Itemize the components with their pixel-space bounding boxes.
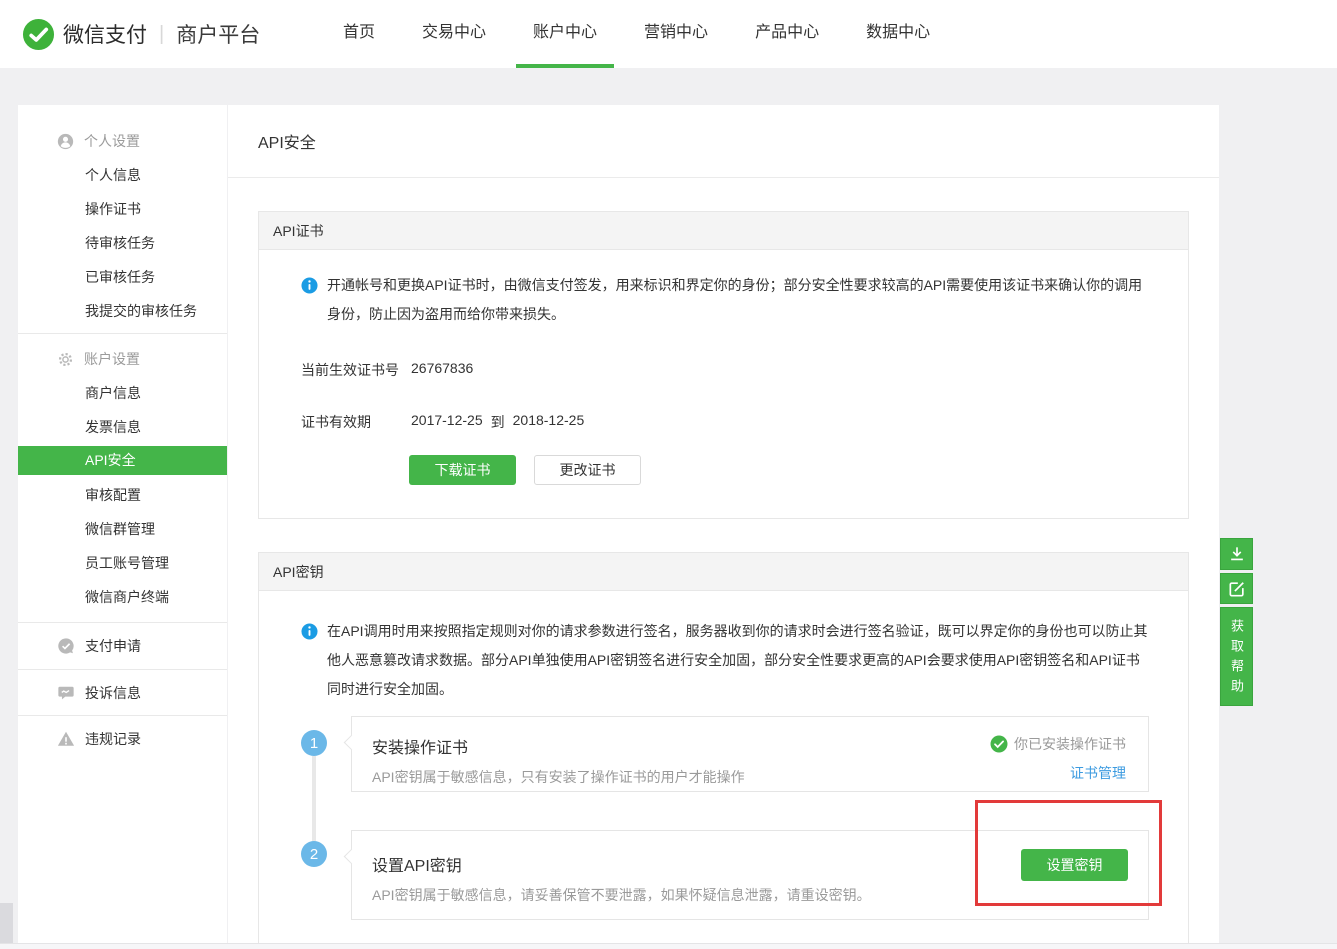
- sidebar-link-payment-application[interactable]: 支付申请: [18, 623, 227, 669]
- scrollbar-thumb[interactable]: [0, 903, 13, 945]
- sidebar-link-violation-records[interactable]: 违规记录: [18, 715, 227, 761]
- sidebar-link-complaint-info[interactable]: 投诉信息: [18, 669, 227, 715]
- nav-item-transaction-center[interactable]: 交易中心: [405, 0, 503, 68]
- step-set-api-key: 2 设置API密钥 API密钥属于敏感信息，请妥善保管不要泄露，如果怀疑信息泄露…: [301, 830, 1188, 920]
- merchant-platform-page: 微信支付 | 商户平台 首页 交易中心 账户中心 营销中心 产品中心 数据中心 …: [0, 0, 1337, 949]
- current-certificate-row: 当前生效证书号 26767836: [301, 360, 1188, 380]
- step-1-status-area: 你已安装操作证书 证书管理: [990, 734, 1126, 783]
- certificate-installed-status: 你已安装操作证书: [990, 734, 1126, 754]
- horizontal-scrollbar[interactable]: [0, 943, 1337, 949]
- message-icon: [57, 684, 75, 702]
- api-key-section-body: 在API调用时用来按照指定规则对你的请求参数进行签名，服务器收到你的请求时会进行…: [259, 591, 1188, 944]
- download-icon: [1227, 544, 1247, 564]
- certificate-buttons-row: 下载证书 更改证书: [409, 455, 1188, 485]
- sidebar-group-title: 账户设置: [84, 349, 140, 369]
- gear-icon: [57, 351, 74, 368]
- api-certificate-section: API证书 开通帐号和更换API证书时，由微信支付签发，用来标识和界定你的身份；…: [258, 211, 1189, 519]
- download-certificate-button[interactable]: 下载证书: [409, 455, 516, 485]
- sidebar-link-label: 违规记录: [85, 729, 141, 749]
- check-circle-icon: [990, 735, 1008, 753]
- api-key-section-title: API密钥: [259, 553, 1188, 591]
- nav-item-product-center[interactable]: 产品中心: [738, 0, 836, 68]
- sidebar-item-pending-review-tasks[interactable]: 待审核任务: [18, 226, 227, 260]
- validity-separator: 到: [491, 412, 505, 432]
- sidebar-group-title: 个人设置: [84, 131, 140, 151]
- sidebar-item-merchant-info[interactable]: 商户信息: [18, 376, 227, 410]
- step-2-description: API密钥属于敏感信息，请妥善保管不要泄露，如果怀疑信息泄露，请重设密钥。: [372, 885, 1148, 905]
- nav-item-home[interactable]: 首页: [326, 0, 392, 68]
- edit-icon: [1227, 579, 1247, 599]
- step-1-card: 安装操作证书 API密钥属于敏感信息，只有安装了操作证书的用户才能操作 你已安装…: [351, 716, 1149, 792]
- nav-item-marketing-center[interactable]: 营销中心: [627, 0, 725, 68]
- sidebar-link-label: 投诉信息: [85, 683, 141, 703]
- download-help-button[interactable]: [1220, 538, 1253, 570]
- main-content: API安全 API证书 开通帐号和更换API证书时，由微信支付签发，用来标识和界…: [228, 105, 1219, 943]
- sidebar-item-reviewed-tasks[interactable]: 已审核任务: [18, 260, 227, 294]
- get-help-label: 获取帮助: [1220, 619, 1253, 699]
- step-install-certificate: 1 安装操作证书 API密钥属于敏感信息，只有安装了操作证书的用户才能操作: [301, 716, 1188, 792]
- api-key-info-text: 在API调用时用来按照指定规则对你的请求参数进行签名，服务器收到你的请求时会进行…: [327, 617, 1150, 704]
- wechat-pay-logo-icon: [22, 18, 55, 51]
- certificate-management-link[interactable]: 证书管理: [990, 763, 1126, 783]
- sidebar-divider: [18, 333, 227, 334]
- step-2-card: 设置API密钥 API密钥属于敏感信息，请妥善保管不要泄露，如果怀疑信息泄露，请…: [351, 830, 1149, 920]
- feedback-help-button[interactable]: [1220, 573, 1253, 604]
- certificate-number-label: 当前生效证书号: [301, 360, 411, 380]
- info-icon: [301, 623, 318, 640]
- certificate-info-text: 开通帐号和更换API证书时，由微信支付签发，用来标识和界定你的身份；部分安全性要…: [327, 271, 1150, 329]
- api-certificate-section-body: 开通帐号和更换API证书时，由微信支付签发，用来标识和界定你的身份；部分安全性要…: [259, 250, 1188, 518]
- sidebar-item-my-submitted-review-tasks[interactable]: 我提交的审核任务: [18, 294, 227, 328]
- sidebar-item-wechat-merchant-terminal[interactable]: 微信商户终端: [18, 580, 227, 614]
- sidebar-link-label: 支付申请: [85, 636, 141, 656]
- sidebar-item-review-config[interactable]: 审核配置: [18, 478, 227, 512]
- info-icon: [301, 277, 318, 294]
- page-title: API安全: [228, 105, 1219, 178]
- sidebar-item-operation-cert[interactable]: 操作证书: [18, 192, 227, 226]
- get-help-button[interactable]: 获取帮助: [1220, 607, 1253, 706]
- warning-icon: [57, 730, 75, 748]
- step-2-badge: 2: [301, 841, 327, 867]
- top-navigation: 首页 交易中心 账户中心 营销中心 产品中心 数据中心: [326, 0, 947, 68]
- validity-from: 2017-12-25: [411, 412, 483, 432]
- api-certificate-section-title: API证书: [259, 212, 1188, 250]
- api-key-steps: 1 安装操作证书 API密钥属于敏感信息，只有安装了操作证书的用户才能操作: [301, 716, 1188, 920]
- change-certificate-button[interactable]: 更改证书: [534, 455, 641, 485]
- top-bar: 微信支付 | 商户平台 首页 交易中心 账户中心 营销中心 产品中心 数据中心: [0, 0, 1337, 68]
- validity-label: 证书有效期: [301, 412, 411, 432]
- status-text: 你已安装操作证书: [1014, 734, 1126, 754]
- sidebar-group-personal-settings: 个人设置: [18, 124, 227, 158]
- nav-item-data-center[interactable]: 数据中心: [849, 0, 947, 68]
- sidebar-item-personal-info[interactable]: 个人信息: [18, 158, 227, 192]
- product-name: 商户平台: [176, 19, 260, 49]
- step-1-badge: 1: [301, 730, 327, 756]
- logo-divider: |: [159, 23, 164, 46]
- sidebar-item-api-security[interactable]: API安全: [18, 446, 227, 475]
- validity-to: 2018-12-25: [513, 412, 585, 432]
- brand-name: 微信支付: [63, 19, 147, 49]
- wechat-pay-logo: 微信支付 | 商户平台: [22, 0, 260, 68]
- api-key-section: API密钥 在API调用时用来按照指定规则对你的请求参数进行签名，服务器收到你的…: [258, 552, 1189, 945]
- nav-item-account-center[interactable]: 账户中心: [516, 0, 614, 68]
- sidebar-item-wechat-group-management[interactable]: 微信群管理: [18, 512, 227, 546]
- sidebar-item-staff-account-management[interactable]: 员工账号管理: [18, 546, 227, 580]
- chat-check-icon: [57, 637, 75, 655]
- certificate-info-row: 开通帐号和更换API证书时，由微信支付签发，用来标识和界定你的身份；部分安全性要…: [301, 250, 1150, 329]
- certificate-validity-row: 证书有效期 2017-12-25 到 2018-12-25: [301, 412, 1188, 432]
- sidebar: 个人设置 个人信息 操作证书 待审核任务 已审核任务 我提交的审核任务 账户设置…: [18, 105, 227, 943]
- user-icon: [57, 133, 74, 150]
- sidebar-group-account-settings: 账户设置: [18, 342, 227, 376]
- certificate-number-value: 26767836: [411, 360, 473, 380]
- api-key-info-row: 在API调用时用来按照指定规则对你的请求参数进行签名，服务器收到你的请求时会进行…: [301, 591, 1150, 704]
- sidebar-item-invoice-info[interactable]: 发票信息: [18, 410, 227, 444]
- set-api-key-button[interactable]: 设置密钥: [1021, 849, 1128, 881]
